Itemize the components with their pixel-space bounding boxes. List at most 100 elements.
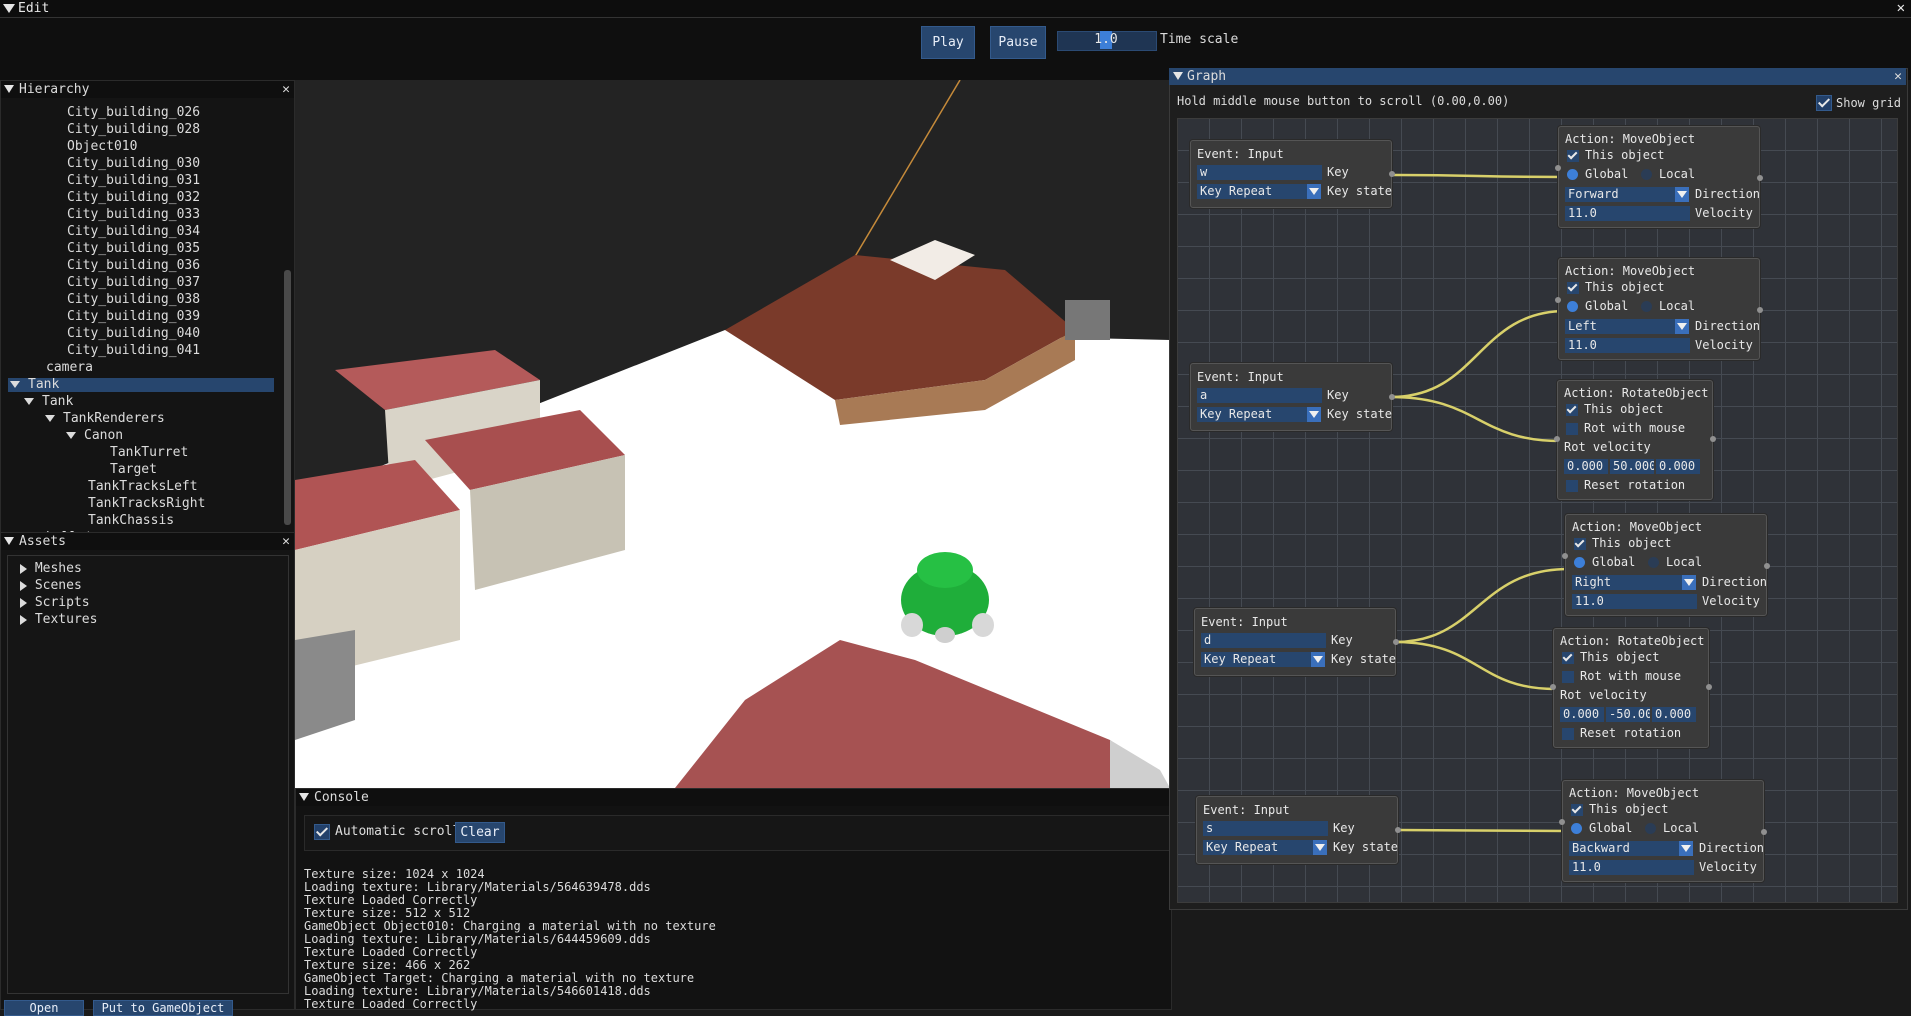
velocity-field[interactable]: 11.0	[1572, 594, 1697, 609]
rot-velocity-x[interactable]: 0.000	[1564, 459, 1608, 474]
this-object-checkbox[interactable]	[1567, 150, 1579, 162]
pause-button[interactable]: Pause	[990, 26, 1046, 59]
output-slot[interactable]	[1757, 175, 1763, 181]
hierarchy-item[interactable]: City_building_028	[67, 121, 200, 138]
rot-velocity-x[interactable]: 0.000	[1560, 707, 1604, 722]
output-slot[interactable]	[1757, 307, 1763, 313]
input-slot[interactable]	[1562, 553, 1568, 559]
graph-canvas[interactable]	[1177, 118, 1898, 903]
chevron-down-icon[interactable]	[1679, 841, 1693, 856]
chevron-down-icon[interactable]	[1307, 407, 1321, 422]
expand-arrow-icon[interactable]	[10, 381, 20, 388]
this-object-checkbox[interactable]	[1566, 404, 1578, 416]
event-input-node[interactable]: Event: Input a Key Key Repeat Key state	[1190, 363, 1395, 431]
asset-folder-scripts[interactable]: Scripts	[20, 594, 90, 611]
rot-with-mouse-checkbox[interactable]	[1562, 671, 1574, 683]
hierarchy-item[interactable]: Tank	[10, 376, 59, 393]
input-slot[interactable]	[1555, 297, 1561, 303]
reset-rotation-checkbox[interactable]	[1562, 728, 1574, 740]
key-state-combo[interactable]: Key Repeat	[1197, 407, 1307, 422]
hierarchy-item[interactable]: City_building_026	[67, 104, 200, 121]
output-slot[interactable]	[1761, 829, 1767, 835]
input-slot[interactable]	[1559, 819, 1565, 825]
hierarchy-item[interactable]: City_building_040	[67, 325, 200, 342]
show-grid-checkbox[interactable]	[1816, 95, 1832, 111]
collapse-arrow-icon[interactable]	[299, 793, 309, 801]
collapse-arrow-icon[interactable]	[3, 4, 15, 13]
hierarchy-item[interactable]: City_building_035	[67, 240, 200, 257]
global-radio[interactable]	[1567, 301, 1578, 312]
menu-edit[interactable]: Edit	[18, 0, 49, 17]
rot-velocity-y[interactable]: -50.000	[1606, 707, 1650, 722]
rot-velocity-z[interactable]: 0.000	[1656, 459, 1700, 474]
chevron-down-icon[interactable]	[1307, 184, 1321, 199]
this-object-checkbox[interactable]	[1567, 282, 1579, 294]
close-icon[interactable]: ✕	[282, 533, 290, 550]
hierarchy-item[interactable]: City_building_030	[67, 155, 200, 172]
put-to-gameobject-button[interactable]: Put to GameObject	[93, 1000, 233, 1016]
graph-title-bar[interactable]: Graph ✕	[1169, 68, 1906, 85]
rot-velocity-z[interactable]: 0.000	[1652, 707, 1696, 722]
hierarchy-item[interactable]: City_building_032	[67, 189, 200, 206]
this-object-checkbox[interactable]	[1574, 538, 1586, 550]
reset-rotation-checkbox[interactable]	[1566, 480, 1578, 492]
expand-arrow-icon[interactable]	[45, 415, 55, 422]
open-button[interactable]: Open	[4, 1000, 84, 1016]
hierarchy-item[interactable]: TankTracksLeft	[88, 478, 198, 495]
hierarchy-item[interactable]: TankTurret	[110, 444, 188, 461]
event-input-node[interactable]: Event: Input d Key Key Repeat Key state	[1194, 608, 1399, 676]
chevron-down-icon[interactable]	[1313, 840, 1327, 855]
auto-scroll-checkbox[interactable]	[314, 824, 330, 840]
hierarchy-item[interactable]: City_building_041	[67, 342, 200, 359]
local-radio[interactable]	[1648, 557, 1659, 568]
key-field[interactable]: s	[1203, 821, 1328, 836]
close-icon[interactable]: ✕	[1894, 68, 1902, 85]
direction-combo[interactable]: Left	[1565, 319, 1675, 334]
hierarchy-item[interactable]: TankChassis	[88, 512, 174, 529]
chevron-down-icon[interactable]	[1675, 319, 1689, 334]
hierarchy-item[interactable]: City_building_034	[67, 223, 200, 240]
rot-with-mouse-checkbox[interactable]	[1566, 423, 1578, 435]
chevron-down-icon[interactable]	[1682, 575, 1696, 590]
close-icon[interactable]: ✕	[282, 81, 290, 98]
input-slot[interactable]	[1555, 165, 1561, 171]
play-button[interactable]: Play	[921, 26, 975, 59]
key-state-combo[interactable]: Key Repeat	[1201, 652, 1311, 667]
expand-arrow-icon[interactable]	[66, 432, 76, 439]
hierarchy-item[interactable]: City_building_039	[67, 308, 200, 325]
global-radio[interactable]	[1571, 823, 1582, 834]
chevron-down-icon[interactable]	[1311, 652, 1325, 667]
direction-combo[interactable]: Backward	[1569, 841, 1679, 856]
output-slot[interactable]	[1395, 827, 1401, 833]
asset-folder-meshes[interactable]: Meshes	[20, 560, 82, 577]
clear-button[interactable]: Clear	[455, 822, 505, 843]
velocity-field[interactable]: 11.0	[1565, 206, 1690, 221]
input-slot[interactable]	[1554, 436, 1560, 442]
global-radio[interactable]	[1574, 557, 1585, 568]
output-slot[interactable]	[1389, 394, 1395, 400]
chevron-down-icon[interactable]	[1675, 187, 1689, 202]
rotate-object-node[interactable]: Action: RotateObject This object Rot with …	[1550, 628, 1712, 748]
output-slot[interactable]	[1706, 684, 1712, 690]
local-radio[interactable]	[1645, 823, 1656, 834]
collapse-arrow-icon[interactable]	[1173, 72, 1183, 80]
hierarchy-item[interactable]: Object010	[67, 138, 137, 155]
event-input-node[interactable]: Event: Input w Key Key Repeat Key state	[1190, 140, 1395, 208]
hierarchy-item[interactable]: City_building_031	[67, 172, 200, 189]
output-slot[interactable]	[1393, 639, 1399, 645]
this-object-checkbox[interactable]	[1571, 804, 1583, 816]
direction-combo[interactable]: Right	[1572, 575, 1682, 590]
hierarchy-item[interactable]: camera	[46, 359, 93, 376]
rot-velocity-y[interactable]: 50.000	[1610, 459, 1654, 474]
input-slot[interactable]	[1550, 684, 1556, 690]
key-field[interactable]: d	[1201, 633, 1326, 648]
output-slot[interactable]	[1764, 563, 1770, 569]
move-object-node[interactable]: Action: MoveObject This object Global Local…	[1555, 126, 1763, 228]
hierarchy-item[interactable]: TankTracksRight	[88, 495, 205, 512]
this-object-checkbox[interactable]	[1562, 652, 1574, 664]
move-object-node[interactable]: Action: MoveObject This object Global Local…	[1559, 780, 1767, 882]
rotate-object-node[interactable]: Action: RotateObject This object Rot with …	[1554, 380, 1716, 500]
key-state-combo[interactable]: Key Repeat	[1203, 840, 1313, 855]
collapse-arrow-icon[interactable]	[4, 85, 14, 93]
hierarchy-item[interactable]: Canon	[66, 427, 123, 444]
